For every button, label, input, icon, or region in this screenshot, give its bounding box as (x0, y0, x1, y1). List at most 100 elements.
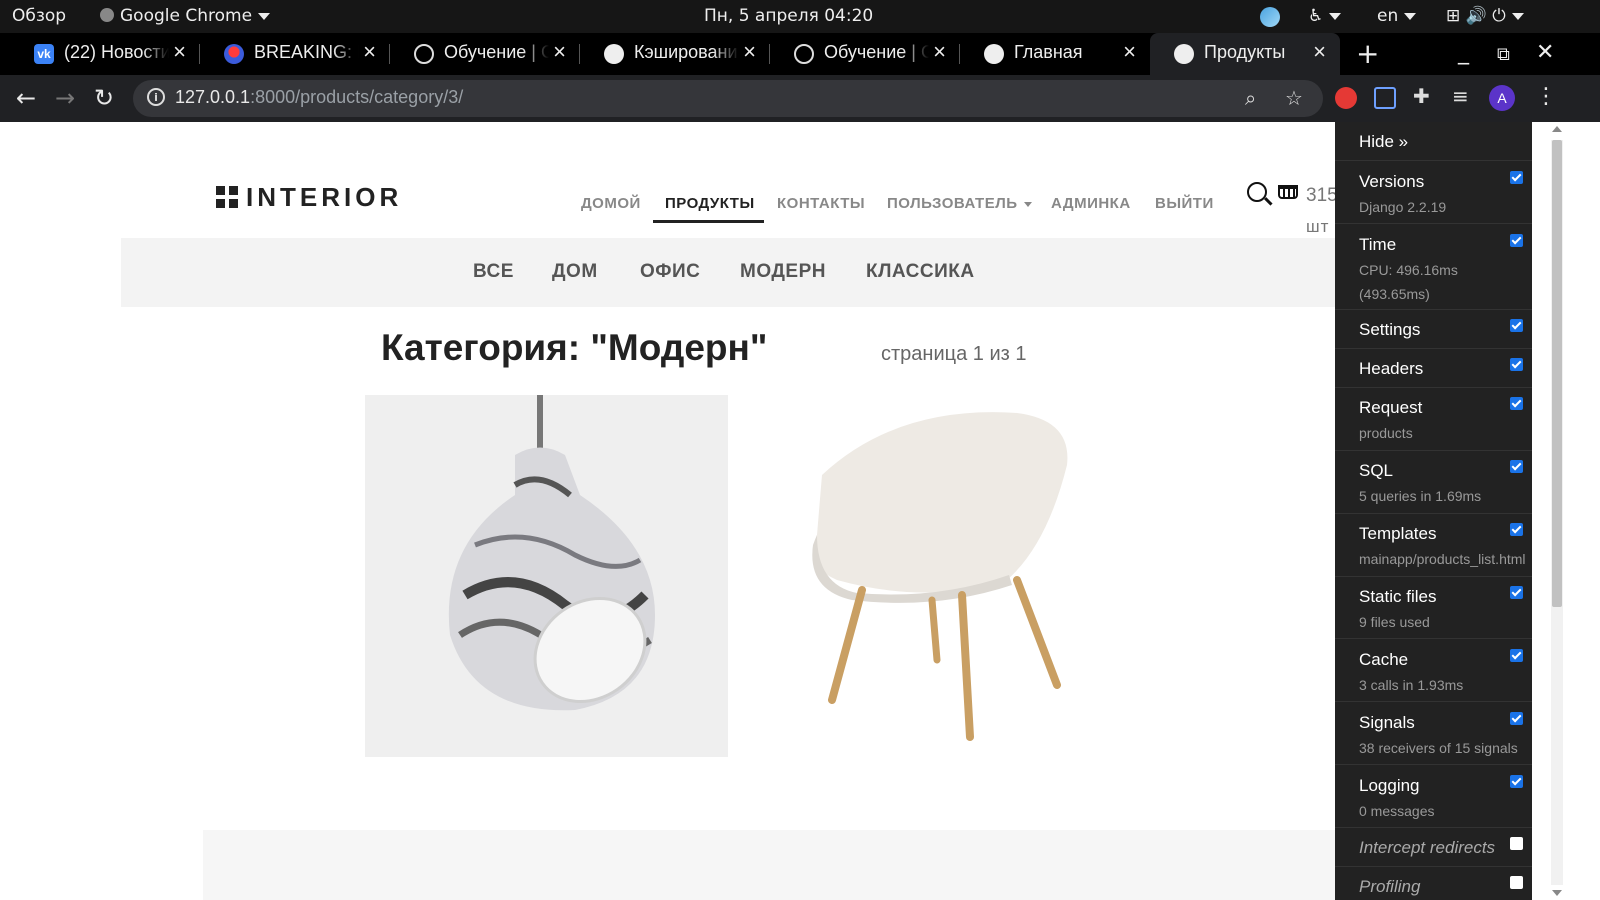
scroll-up-arrow-icon[interactable] (1552, 126, 1562, 132)
panel-subtitle: (493.65ms) (1359, 286, 1430, 302)
activities-button[interactable]: Обзор (12, 6, 66, 26)
tab[interactable]: Кэшировани × (580, 33, 770, 75)
nav-products[interactable]: ПРОДУКТЫ (665, 195, 755, 212)
extensions-puzzle-icon[interactable]: ✚ (1413, 84, 1435, 108)
debug-panel-settings[interactable]: Settings (1335, 310, 1532, 349)
tab[interactable]: BREAKING: P × (200, 33, 390, 75)
debug-panel-static-files[interactable]: Static files 9 files used (1335, 577, 1532, 639)
debug-panel-versions[interactable]: Versions Django 2.2.19 (1335, 161, 1532, 224)
category-all[interactable]: ВСЕ (473, 261, 514, 283)
panel-checkbox[interactable] (1510, 319, 1523, 332)
debug-panel-request[interactable]: Request products (1335, 388, 1532, 451)
globe-icon (604, 44, 624, 64)
url-text[interactable]: 127.0.0.1:8000/products/category/3/ (175, 87, 463, 108)
panel-checkbox[interactable] (1510, 460, 1523, 473)
debug-toolbar-hide-button[interactable]: Hide » (1359, 132, 1408, 152)
panel-checkbox[interactable] (1510, 234, 1523, 247)
back-button[interactable]: ← (16, 84, 36, 112)
debug-panel-templates[interactable]: Templates mainapp/products_list.html (1335, 514, 1532, 577)
url-host: 127.0.0.1 (175, 87, 251, 107)
adblock-extension-icon[interactable] (1335, 87, 1357, 109)
debug-panel-profiling[interactable]: Profiling (1335, 867, 1532, 900)
tab[interactable]: Обучение | G × (390, 33, 580, 75)
category-classic[interactable]: КЛАССИКА (866, 261, 975, 283)
debug-panel-headers[interactable]: Headers (1335, 349, 1532, 388)
chevron-down-icon (1511, 12, 1524, 20)
product-card-lamp[interactable] (365, 395, 728, 757)
tab-active[interactable]: Продукты × (1150, 33, 1340, 75)
panel-checkbox[interactable] (1510, 358, 1523, 371)
close-icon[interactable]: × (743, 39, 756, 65)
reading-list-icon[interactable]: ≡ (1452, 84, 1474, 108)
network-icon: ⊞ (1446, 6, 1461, 26)
restore-button[interactable]: ⧉ (1497, 44, 1510, 65)
nav-admin[interactable]: АДМИНКА (1051, 195, 1131, 212)
panel-checkbox[interactable] (1510, 523, 1523, 536)
debug-panel-cache[interactable]: Cache 3 calls in 1.93ms (1335, 639, 1532, 702)
scroll-down-arrow-icon[interactable] (1552, 890, 1562, 896)
search-icon[interactable] (1247, 182, 1267, 202)
debug-panel-time[interactable]: Time CPU: 496.16ms (493.65ms) (1335, 224, 1532, 310)
panel-checkbox[interactable] (1510, 837, 1523, 850)
new-tab-button[interactable]: + (1356, 37, 1379, 70)
nav-home[interactable]: ДОМОЙ (581, 195, 641, 212)
nav-contacts[interactable]: КОНТАКТЫ (777, 195, 865, 212)
tab[interactable]: Обучение | G × (770, 33, 960, 75)
nav-logout[interactable]: ВЫЙТИ (1155, 195, 1214, 212)
debug-panel-intercept-redirects[interactable]: Intercept redirects (1335, 828, 1532, 867)
chrome-menu-icon[interactable]: ⋮ (1535, 84, 1557, 109)
bookmark-star-icon[interactable]: ☆ (1285, 86, 1303, 110)
panel-subtitle: 9 files used (1359, 614, 1430, 630)
app-menu-button[interactable]: Google Chrome (100, 6, 271, 26)
basket-count[interactable]: 31523 (1306, 185, 1335, 207)
site-logo[interactable]: INTERIOR (216, 182, 402, 213)
tab[interactable]: vk (22) Новости × (10, 33, 200, 75)
language-menu[interactable]: en (1377, 6, 1417, 26)
zoom-icon[interactable]: ⌕ (1245, 86, 1256, 110)
panel-checkbox[interactable] (1510, 586, 1523, 599)
panel-title: SQL (1359, 461, 1394, 480)
panel-checkbox[interactable] (1510, 712, 1523, 725)
accessibility-menu[interactable]: ♿ (1308, 6, 1342, 26)
close-icon[interactable]: × (1313, 39, 1326, 65)
tab[interactable]: Главная × (960, 33, 1150, 75)
reload-button[interactable]: ↻ (94, 84, 114, 112)
category-modern[interactable]: МОДЕРН (740, 261, 826, 283)
close-icon[interactable]: × (363, 39, 376, 65)
panel-checkbox[interactable] (1510, 171, 1523, 184)
panel-checkbox[interactable] (1510, 876, 1523, 889)
panel-title: Signals (1359, 713, 1415, 732)
nav-user-dropdown[interactable]: ПОЛЬЗОВАТЕЛЬ (887, 195, 1032, 212)
basket-icon[interactable] (1278, 185, 1298, 199)
window-close-button[interactable]: ✕ (1536, 40, 1554, 65)
logo-text: INTERIOR (246, 182, 403, 212)
nav-user-label: ПОЛЬЗОВАТЕЛЬ (887, 195, 1018, 212)
close-icon[interactable]: × (1123, 39, 1136, 65)
debug-panel-signals[interactable]: Signals 38 receivers of 15 signals (1335, 702, 1532, 765)
info-icon[interactable]: i (147, 88, 165, 106)
profile-avatar[interactable]: A (1489, 85, 1515, 111)
system-menu[interactable]: ⊞ 🔊 ⏻ (1446, 6, 1524, 26)
panel-checkbox[interactable] (1510, 775, 1523, 788)
logo-squares-icon (216, 186, 238, 208)
debug-panel-logging[interactable]: Logging 0 messages (1335, 765, 1532, 828)
close-icon[interactable]: × (933, 39, 946, 65)
page-scrollbar[interactable] (1532, 122, 1568, 900)
forward-button[interactable]: → (55, 84, 75, 112)
panel-checkbox[interactable] (1510, 397, 1523, 410)
scrollbar-thumb[interactable] (1552, 140, 1562, 607)
minimize-button[interactable]: _ (1458, 40, 1469, 65)
clock[interactable]: Пн, 5 апреля 04:20 (704, 6, 873, 26)
panel-checkbox[interactable] (1510, 649, 1523, 662)
close-icon[interactable]: × (173, 39, 186, 65)
category-office[interactable]: ОФИС (640, 261, 700, 283)
address-bar[interactable]: i 127.0.0.1:8000/products/category/3/ ⌕ … (133, 80, 1323, 117)
close-icon[interactable]: × (553, 39, 566, 65)
screenshot-extension-icon[interactable] (1374, 87, 1396, 109)
category-home[interactable]: ДОМ (552, 261, 598, 283)
openai-icon (794, 44, 814, 64)
weather-icon[interactable] (1260, 7, 1280, 27)
tab-title: Главная (1014, 42, 1083, 62)
product-card-chair[interactable] (777, 395, 1107, 757)
debug-panel-sql[interactable]: SQL 5 queries in 1.69ms (1335, 451, 1532, 514)
